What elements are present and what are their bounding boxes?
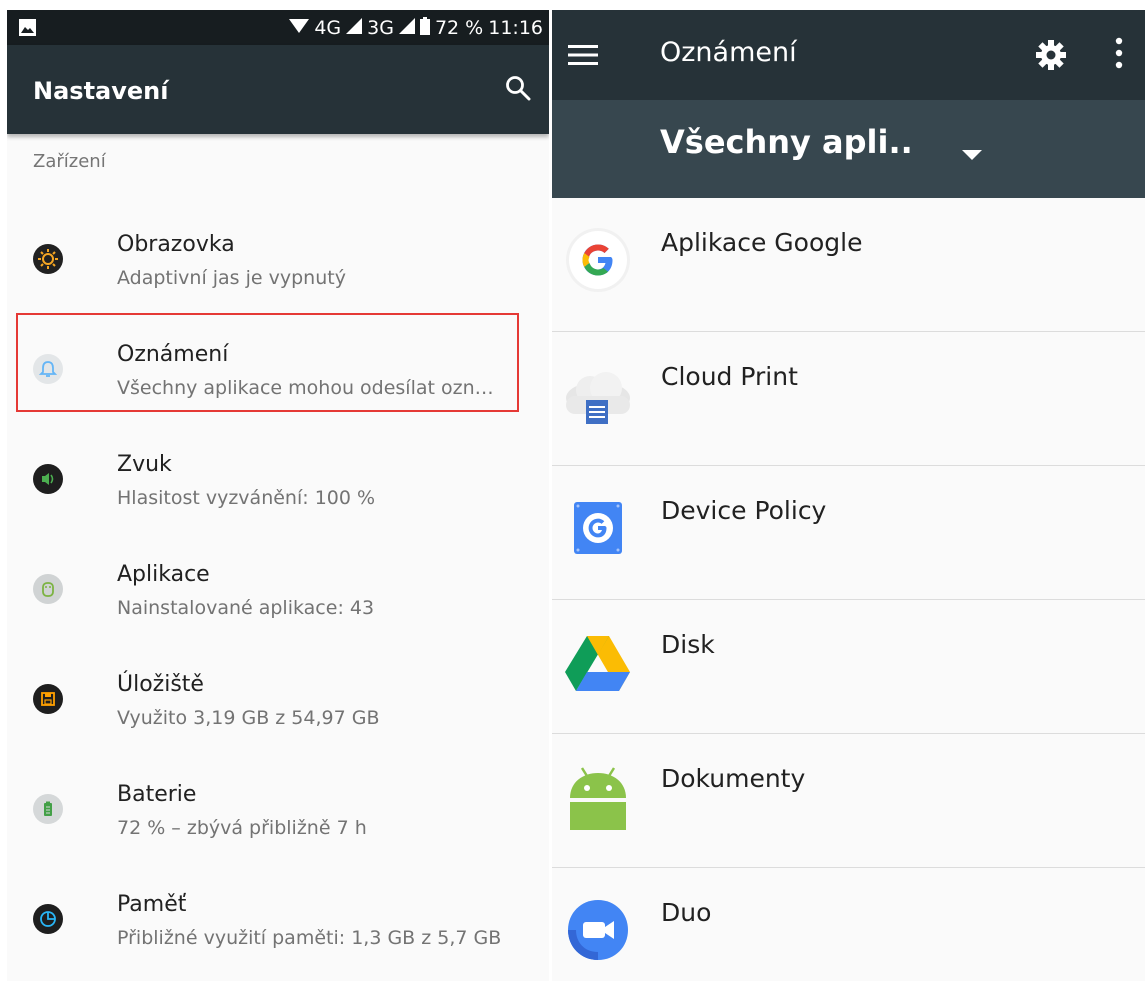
page-title: Nastavení [33,77,169,105]
app-row-duo[interactable]: Duo [552,868,1145,981]
signal-icon [346,17,363,40]
settings-item-title: Baterie [117,782,197,807]
settings-item-title: Paměť [117,892,187,917]
bell-icon [33,354,63,384]
app-row-drive[interactable]: Disk [552,600,1145,734]
brightness-icon [33,244,63,274]
app-name: Device Policy [661,496,827,525]
settings-item-title: Aplikace [117,562,210,587]
wifi-icon [289,17,310,40]
settings-item-subtitle: Hlasitost vyzvánění: 100 % [117,487,376,509]
app-row-google[interactable]: Aplikace Google [552,198,1145,332]
settings-item-subtitle: Nainstalované aplikace: 43 [117,597,375,619]
settings-item-title: Zvuk [117,452,172,477]
status-icons: 4G 3G 72 % 11:16 [289,14,543,42]
arrow-drop-down-icon[interactable] [962,145,982,164]
clock: 11:16 [488,17,543,39]
app-row-cloud-print[interactable]: Cloud Print [552,332,1145,466]
settings-item-subtitle: Využito 3,19 GB z 54,97 GB [117,707,380,729]
settings-item-title: Oznámení [117,342,229,367]
app-name: Dokumenty [661,764,806,793]
app-filter-dropdown[interactable]: Všechny apli.. [660,123,913,161]
menu-icon[interactable] [568,44,598,70]
google-icon [564,226,632,294]
settings-app-bar: Nastavení [7,45,549,134]
settings-screen: 4G 3G 72 % 11:16 Nastavení Zařízení Obra… [7,10,549,981]
network-4g-label: 4G [314,17,342,39]
battery-percent: 72 % [434,17,484,39]
settings-item-title: Obrazovka [117,232,235,257]
image-icon [19,19,36,40]
page-title: Oznámení [660,37,797,68]
notifications-app-bar: Oznámení [552,10,1145,100]
cloud-print-icon [564,360,632,428]
duo-icon [564,896,632,964]
battery-icon [33,794,63,824]
app-name: Cloud Print [661,362,798,391]
android-icon [564,762,632,830]
settings-item-subtitle: Adaptivní jas je vypnutý [117,267,346,289]
signal-icon [398,17,415,40]
device-policy-icon [564,494,632,562]
network-3g-label: 3G [367,17,394,39]
battery-icon [419,16,430,40]
more-vert-icon[interactable] [1114,37,1124,73]
volume-icon [33,464,63,494]
drive-icon [564,628,632,696]
settings-item-subtitle: Přibližné využití paměti: 1,3 GB z 5,7 G… [117,927,502,949]
app-row-device-policy[interactable]: Device Policy [552,466,1145,600]
filter-bar[interactable]: Všechny apli.. [552,100,1145,198]
settings-item-title: Úložiště [117,672,204,697]
settings-item-storage[interactable]: Úložiště Využito 3,19 GB z 54,97 GB [7,672,549,772]
settings-item-battery[interactable]: Baterie 72 % – zbývá přibližně 7 h [7,782,549,882]
settings-item-subtitle: Všechny aplikace mohou odesílat ozn… [117,377,494,399]
notifications-screen: Oznámení Všechny apli.. Aplikace Google … [552,10,1145,981]
memory-icon [33,904,63,934]
settings-item-sound[interactable]: Zvuk Hlasitost vyzvánění: 100 % [7,452,549,552]
search-icon[interactable] [505,75,531,105]
status-bar: 4G 3G 72 % 11:16 [7,10,549,45]
settings-item-subtitle: 72 % – zbývá přibližně 7 h [117,817,367,839]
app-name: Disk [661,630,715,659]
settings-item-notifications[interactable]: Oznámení Všechny aplikace mohou odesílat… [7,342,549,442]
app-row-documents[interactable]: Dokumenty [552,734,1145,868]
settings-item-apps[interactable]: Aplikace Nainstalované aplikace: 43 [7,562,549,662]
settings-item-display[interactable]: Obrazovka Adaptivní jas je vypnutý [7,232,549,332]
section-header: Zařízení [33,151,106,172]
android-icon [33,574,63,604]
gear-icon[interactable] [1034,38,1068,76]
app-name: Aplikace Google [661,228,863,257]
app-name: Duo [661,898,712,927]
storage-icon [33,684,63,714]
settings-item-memory[interactable]: Paměť Přibližné využití paměti: 1,3 GB z… [7,892,549,981]
